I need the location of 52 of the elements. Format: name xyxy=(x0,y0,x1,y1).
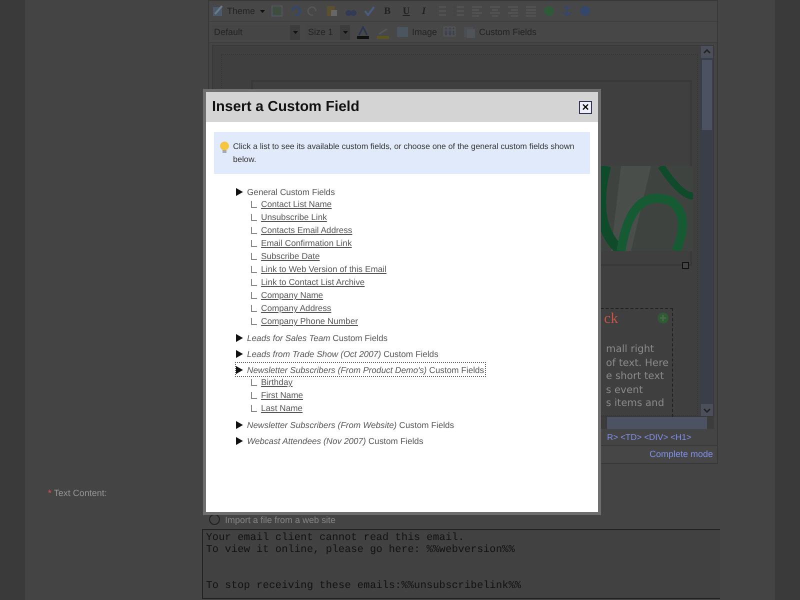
anchor-icon[interactable] xyxy=(560,5,573,17)
field-link[interactable]: Company Phone Number xyxy=(261,316,358,326)
field-label: Text Content: xyxy=(54,488,107,498)
paste-icon[interactable] xyxy=(325,5,340,17)
field-link[interactable]: First Name xyxy=(261,390,304,400)
info-text: Click a list to see its available custom fields, or choose one of the general custom fields shown below. xyxy=(233,141,576,166)
list-item[interactable]: Newsletter Subscribers (From Product Demo's) Custom Fields xyxy=(235,362,486,377)
field-link[interactable]: Last Name xyxy=(261,403,303,413)
field-link[interactable]: Subscribe Date xyxy=(261,251,320,261)
scrollbar[interactable] xyxy=(607,417,707,429)
radio-label: Import a file from a web site xyxy=(225,514,336,524)
block-text: e short text xyxy=(606,370,665,384)
caret-icon xyxy=(292,30,298,34)
dialog-title: Insert a Custom Field xyxy=(212,99,360,115)
field-link[interactable]: Link to Web Version of this Email xyxy=(261,264,386,274)
resize-handle[interactable] xyxy=(682,262,689,269)
element-path: R> <TD> <DIV> <H1> xyxy=(607,432,692,442)
field-link[interactable]: Contact List Name xyxy=(261,199,332,209)
required-mark: * xyxy=(48,488,52,498)
field-link[interactable]: Company Name xyxy=(261,290,324,300)
caret-icon xyxy=(342,30,348,34)
field-link[interactable]: Link to Contact List Archive xyxy=(261,277,365,287)
lightbulb-icon xyxy=(219,141,230,154)
highlight-icon[interactable] xyxy=(376,26,390,38)
block-text: s items and xyxy=(606,397,666,410)
block-text: s event xyxy=(606,384,644,397)
list-item[interactable]: General Custom Fields xyxy=(235,184,337,199)
field-link[interactable]: Email Confirmation Link xyxy=(261,238,352,248)
scrollbar-thumb[interactable] xyxy=(702,60,712,130)
scroll-down-icon[interactable] xyxy=(700,404,712,416)
scrollbar[interactable] xyxy=(700,46,713,416)
undo-icon[interactable] xyxy=(289,5,302,17)
field-link[interactable]: Birthday xyxy=(261,377,293,387)
font-color-icon[interactable] xyxy=(356,26,370,38)
field-link[interactable]: Unsubscribe Link xyxy=(261,212,327,222)
list-item[interactable]: Leads from Trade Show (Oct 2007) Custom Fields xyxy=(235,346,440,361)
block-text: of text. Here xyxy=(606,356,669,370)
block-text: mall right xyxy=(606,343,656,356)
caret-icon xyxy=(260,10,266,12)
scroll-up-icon[interactable] xyxy=(700,46,712,58)
close-button[interactable]: × xyxy=(579,100,592,114)
radio-button[interactable] xyxy=(209,514,220,525)
spellcheck-icon[interactable] xyxy=(363,5,376,17)
expand-arrow-icon xyxy=(236,188,243,196)
list-item[interactable]: Newsletter Subscribers (From Website) Custom Fields xyxy=(235,417,456,432)
field-link[interactable]: Contacts Email Address xyxy=(261,225,352,235)
list-item[interactable]: Leads for Sales Team Custom Fields xyxy=(235,330,390,345)
pencil-icon xyxy=(212,5,224,17)
field-link[interactable]: Company Address xyxy=(261,303,332,313)
list-item[interactable]: Webcast Attendees (Nov 2007) Custom Fields xyxy=(235,433,426,448)
add-icon[interactable] xyxy=(657,312,669,324)
block-heading: ck xyxy=(604,311,618,328)
